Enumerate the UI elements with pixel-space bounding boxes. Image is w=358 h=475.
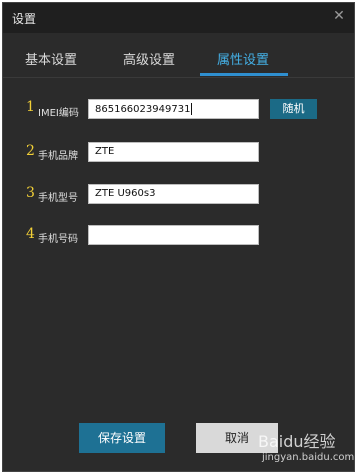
model-label: 手机型号 (38, 193, 78, 204)
imei-label: IMEI编码 (38, 108, 79, 119)
tab-properties[interactable]: 属性设置 (217, 49, 269, 68)
brand-value: ZTE (95, 146, 115, 157)
active-tab-indicator (200, 73, 288, 76)
brand-label: 手机品牌 (38, 151, 78, 162)
text-caret (191, 103, 193, 115)
save-button[interactable]: 保存设置 (79, 423, 165, 453)
phone-number-label: 手机号码 (38, 234, 78, 245)
model-value: ZTE U960s3 (95, 188, 156, 199)
baidu-watermark: Baidu经验 (258, 432, 336, 451)
window-title: 设置 (12, 12, 37, 26)
close-icon[interactable]: ✕ (332, 9, 346, 23)
random-button[interactable]: 随机 (270, 99, 317, 119)
imei-value: 865166023949731 (95, 103, 193, 115)
row-number: 3 (26, 185, 35, 201)
row-number: 4 (26, 226, 35, 242)
brand-field[interactable]: ZTE (88, 142, 259, 162)
tab-bar: 基本设置 高级设置 属性设置 (3, 41, 354, 78)
titlebar: 设置 ✕ (3, 3, 354, 33)
tab-advanced[interactable]: 高级设置 (123, 49, 175, 68)
row-number: 1 (26, 99, 35, 115)
watermark-url: jingyan.baidu.com (262, 452, 355, 463)
imei-field[interactable]: 865166023949731 (88, 99, 259, 119)
row-number: 2 (26, 143, 35, 159)
settings-window: 设置 ✕ 基本设置 高级设置 属性设置 1 IMEI编码 86516602394… (2, 2, 355, 472)
model-field[interactable]: ZTE U960s3 (88, 184, 259, 204)
tab-basic[interactable]: 基本设置 (25, 49, 77, 68)
phone-number-field[interactable] (88, 225, 259, 245)
